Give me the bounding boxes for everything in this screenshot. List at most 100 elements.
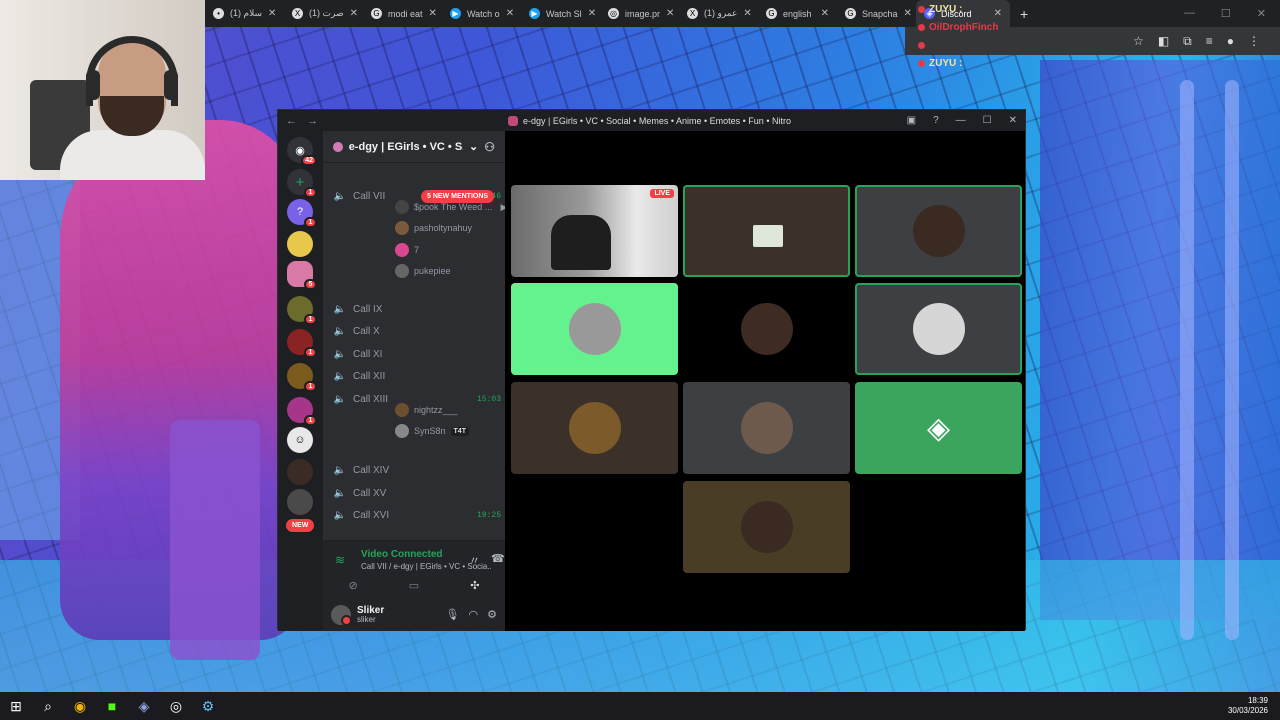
maximize-button[interactable]: ☐ xyxy=(1221,7,1231,20)
browser-tab[interactable]: Gmodi eat ✕ xyxy=(363,0,442,27)
server-icon[interactable]: 1 xyxy=(287,363,317,392)
server-icon[interactable] xyxy=(287,489,313,515)
participant-tile[interactable] xyxy=(683,185,850,277)
participant-tile[interactable] xyxy=(683,283,850,375)
voice-channel[interactable]: 🔈 Call XII xyxy=(333,366,501,386)
member-name: nightzz___ xyxy=(414,405,458,415)
stream-preview-figure xyxy=(551,215,611,270)
server-icon[interactable]: 1 xyxy=(287,397,317,426)
activity-icon[interactable]: ✣ xyxy=(470,579,479,592)
bookmark-star-icon[interactable]: ☆ xyxy=(1133,34,1144,48)
stream-tile[interactable]: LIVE xyxy=(511,185,678,277)
browser-tab[interactable]: X (1) صرت ✕ xyxy=(284,0,363,27)
search-icon[interactable]: ⌕ xyxy=(32,692,64,720)
camera-off-icon[interactable]: ⊘ xyxy=(349,579,358,592)
close-tab-icon[interactable]: ✕ xyxy=(506,8,514,19)
close-button[interactable]: ✕ xyxy=(1009,115,1017,126)
participant-avatar xyxy=(740,402,793,454)
server-icon[interactable]: 1 xyxy=(287,296,317,325)
new-unreads-pill[interactable]: NEW xyxy=(286,519,315,532)
back-arrow-icon[interactable]: ← xyxy=(286,115,297,127)
participant-avatar xyxy=(740,501,793,553)
speaker-icon: 🔈 xyxy=(333,303,347,315)
unread-badge: 1 xyxy=(304,381,317,392)
browser-tab[interactable]: Genglish ✕ xyxy=(758,0,837,27)
discord-icon[interactable]: ◈ xyxy=(128,692,160,720)
participant-tile[interactable]: ◈ xyxy=(855,382,1022,474)
microphone-icon[interactable]: 🎙 xyxy=(446,608,460,621)
voice-channel[interactable]: 🔈 Call XIV xyxy=(333,460,501,480)
maximize-button[interactable]: ☐ xyxy=(983,115,992,126)
minimize-button[interactable]: — xyxy=(956,115,966,126)
puzzle-icon[interactable]: ⧉ xyxy=(1183,34,1192,49)
taskbar: ⊞ ⌕ ◉ ■ ◈ ◎ ⚙ 18:39 30/03/2026 xyxy=(0,692,1280,720)
server-icon[interactable]: ☺ xyxy=(287,427,313,453)
extension-icon[interactable]: ◧ xyxy=(1158,34,1169,48)
inbox-icon[interactable]: ▣ xyxy=(907,115,916,126)
kick-icon[interactable]: ■ xyxy=(96,692,128,720)
reading-list-icon[interactable]: ≡ xyxy=(1206,34,1213,48)
invite-user-icon[interactable]: ⚇ xyxy=(484,140,495,154)
voice-channel[interactable]: 🔈 Call XI xyxy=(333,344,501,364)
close-tab-icon[interactable]: ✕ xyxy=(268,8,276,19)
minimize-button[interactable]: — xyxy=(1184,7,1195,20)
avatar[interactable] xyxy=(331,604,352,626)
profile-icon[interactable]: ● xyxy=(1227,34,1234,48)
close-tab-icon[interactable]: ✕ xyxy=(350,8,358,19)
windows-start-icon[interactable]: ⊞ xyxy=(0,692,32,720)
server-header[interactable]: e-dgy | EGirls • VC • S... ⌄ ⚇ xyxy=(323,131,505,163)
server-icon[interactable] xyxy=(287,459,313,485)
server-icon[interactable] xyxy=(287,231,313,257)
close-tab-icon[interactable]: ✕ xyxy=(429,8,437,19)
headphones-icon[interactable]: ◠ xyxy=(469,608,479,621)
browser-tab[interactable]: ◎ image.pr ✕ xyxy=(600,0,679,27)
chat-badge-icon xyxy=(918,5,925,13)
screen-share-icon[interactable]: ▭ xyxy=(409,579,419,592)
member-name: $pook The Weed ... xyxy=(414,202,493,212)
unread-badge: 1 xyxy=(304,415,317,426)
system-clock[interactable]: 18:39 30/03/2026 xyxy=(1228,696,1280,717)
participant-tile[interactable] xyxy=(683,481,850,573)
browser-tab[interactable]: ▶ Watch o ✕ xyxy=(442,0,521,27)
steam-icon[interactable]: ⚙ xyxy=(192,692,224,720)
close-tab-icon[interactable]: ✕ xyxy=(588,8,596,19)
browser-tab[interactable]: X (1) عمرو ✕ xyxy=(679,0,758,27)
server-icon-active[interactable]: 5 xyxy=(287,261,317,290)
participant-tile[interactable] xyxy=(683,382,850,474)
participant-tile[interactable] xyxy=(511,382,678,474)
obs-icon[interactable]: ◎ xyxy=(160,692,192,720)
server-icon[interactable]: ? 1 xyxy=(287,199,317,228)
voice-channel[interactable]: 🔈 Call X xyxy=(333,321,501,341)
direct-messages-icon[interactable]: ◉ 42 xyxy=(287,137,317,166)
wallpaper-pipe xyxy=(1225,80,1239,640)
menu-icon[interactable]: ⋮ xyxy=(1248,34,1260,48)
close-tab-icon[interactable]: ✕ xyxy=(743,8,751,19)
close-button[interactable]: ✕ xyxy=(1257,7,1266,20)
voice-channel[interactable]: 🔈 Call IX xyxy=(333,299,501,319)
settings-gear-icon[interactable]: ⚙ xyxy=(487,608,497,621)
help-icon[interactable]: ? xyxy=(933,115,939,126)
noise-suppression-icon[interactable]: 〃 xyxy=(469,552,480,568)
close-tab-icon[interactable]: ✕ xyxy=(666,8,674,19)
voice-channel[interactable]: 🔈 Call XV xyxy=(333,483,501,503)
browser-tab[interactable]: • سلام (1) ✕ xyxy=(205,0,284,27)
signal-icon[interactable]: ≋ xyxy=(335,553,345,567)
tab-label: modi eat xyxy=(388,8,423,19)
forward-arrow-icon[interactable]: → xyxy=(307,115,318,127)
unread-badge: 42 xyxy=(301,155,317,166)
close-tab-icon[interactable]: ✕ xyxy=(904,8,912,19)
chrome-icon[interactable]: ◉ xyxy=(64,692,96,720)
disconnect-icon[interactable]: ☎ xyxy=(491,552,505,565)
new-mentions-pill[interactable]: 5 NEW MENTIONS xyxy=(421,190,495,203)
add-server-icon[interactable]: +1 xyxy=(287,169,317,198)
participant-tile[interactable] xyxy=(855,185,1022,277)
voice-channel[interactable]: 🔈 Call XVI 19:25 xyxy=(333,505,501,525)
close-tab-icon[interactable]: ✕ xyxy=(821,8,829,19)
speaker-icon: 🔈 xyxy=(333,509,347,521)
server-icon[interactable]: 1 xyxy=(287,329,317,358)
participant-tile[interactable] xyxy=(855,283,1022,375)
participant-tile[interactable] xyxy=(511,283,678,375)
browser-tab[interactable]: ▶ Watch Sl ✕ xyxy=(521,0,600,27)
webcam-overlay xyxy=(0,0,205,180)
browser-tab[interactable]: G Snapcha ✕ xyxy=(837,0,916,27)
